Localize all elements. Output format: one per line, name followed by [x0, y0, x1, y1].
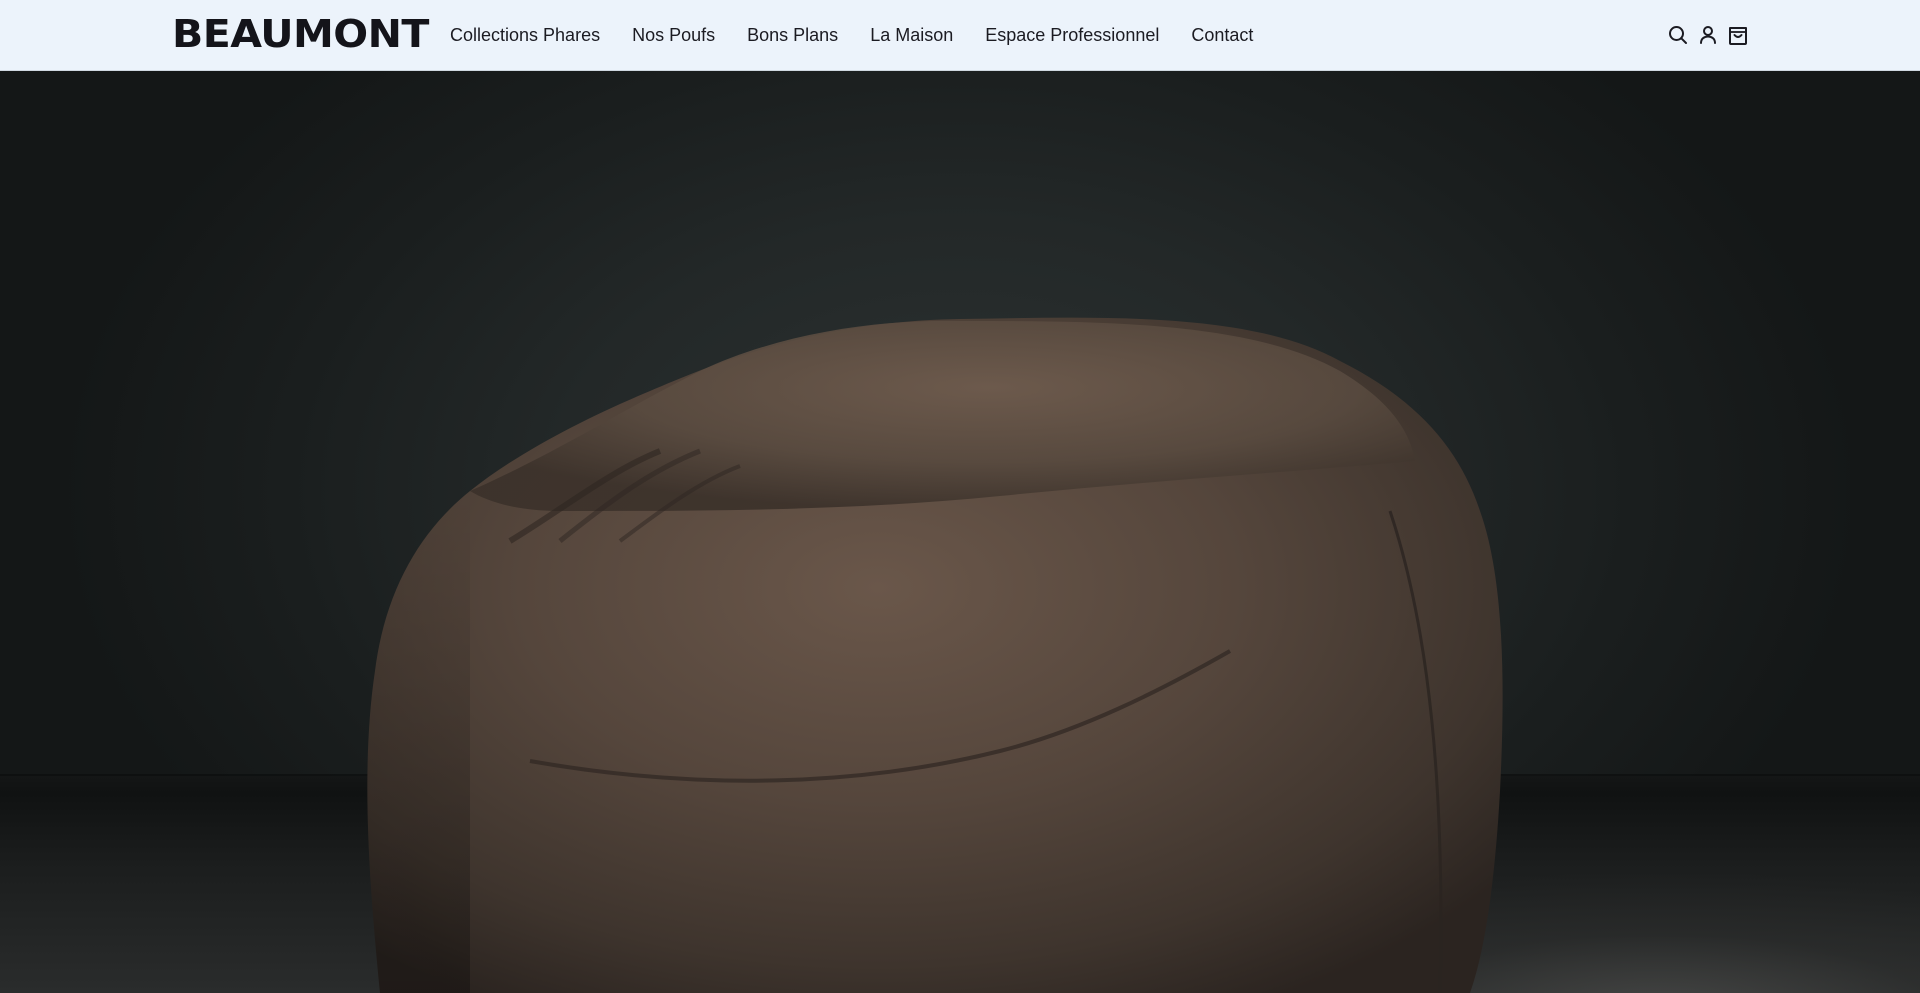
- nav-item-contact[interactable]: Contact: [1191, 22, 1253, 48]
- nav-item-nos-poufs[interactable]: Nos Poufs: [632, 22, 715, 48]
- nav-item-espace-professionnel[interactable]: Espace Professionnel: [985, 22, 1159, 48]
- nav-item-collections-phares[interactable]: Collections Phares: [450, 22, 600, 48]
- hero-video: [0, 71, 1920, 993]
- main-nav: Collections Phares Nos Poufs Bons Plans …: [450, 22, 1253, 48]
- account-icon[interactable]: [1698, 24, 1718, 46]
- nav-item-la-maison[interactable]: La Maison: [870, 22, 953, 48]
- bean-bag-image: [367, 317, 1503, 993]
- header-icons: [1668, 24, 1748, 46]
- cart-icon[interactable]: [1728, 24, 1748, 46]
- search-icon[interactable]: [1668, 24, 1688, 46]
- brand-logo[interactable]: BEAUMONT: [172, 12, 429, 56]
- site-header: BEAUMONT Collections Phares Nos Poufs Bo…: [0, 0, 1920, 71]
- nav-item-bons-plans[interactable]: Bons Plans: [747, 22, 838, 48]
